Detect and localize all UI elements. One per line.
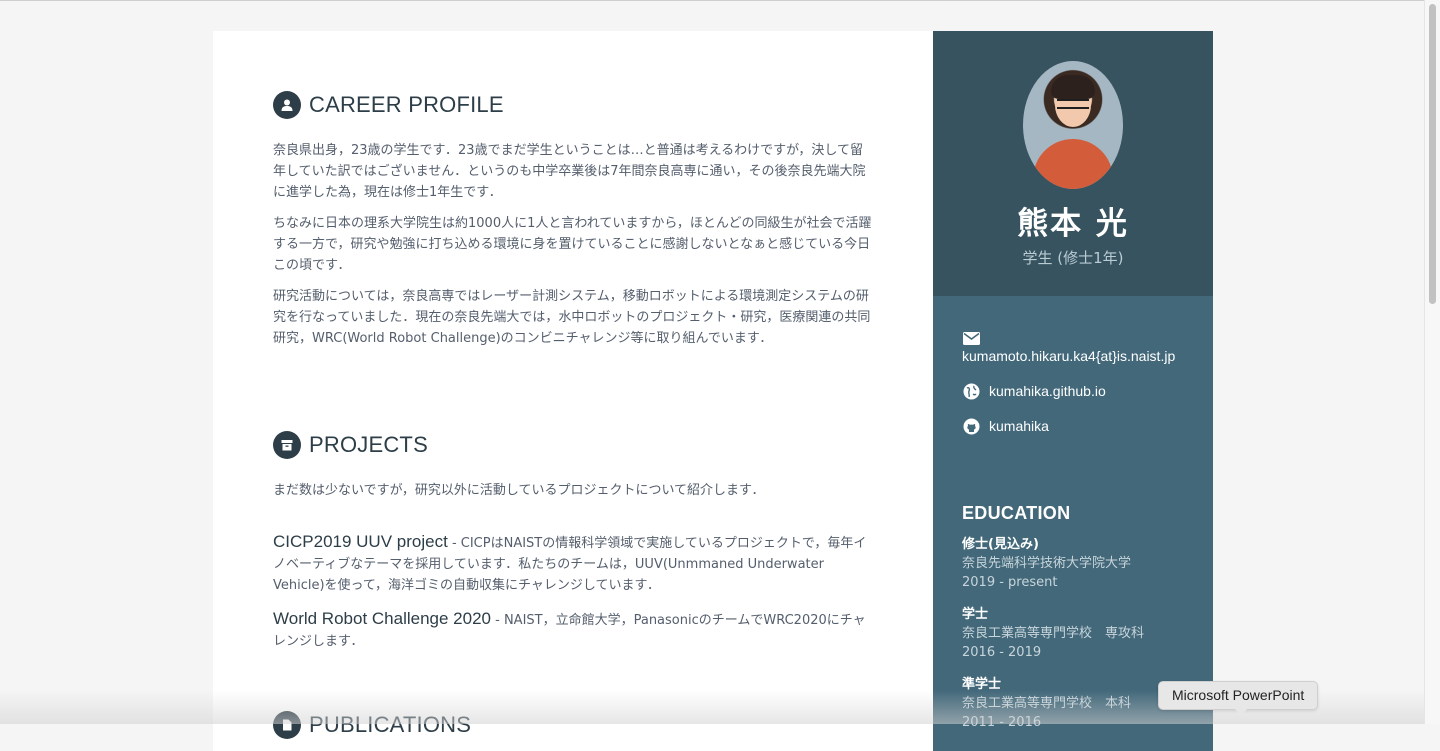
avatar-glasses xyxy=(1057,99,1089,109)
avatar xyxy=(1023,61,1123,189)
project-title-link[interactable]: CICP2019 UUV project xyxy=(273,532,448,551)
document-icon xyxy=(273,711,301,739)
profile-tagline: 学生 (修士1年) xyxy=(1022,249,1124,267)
education-school: 奈良工業高等専門学校 専攻科 xyxy=(962,626,1145,641)
publications-section-title: PUBLICATIONS xyxy=(309,712,472,737)
tooltip-arrow xyxy=(1235,709,1247,716)
resume-page: CAREER PROFILE 奈良県出身，23歳の学生です．23歳でまだ学生とい… xyxy=(213,31,1213,751)
career-paragraph-1: 奈良県出身，23歳の学生です．23歳でまだ学生ということは…と普通は考えるわけで… xyxy=(273,143,866,200)
career-paragraph-2: ちなみに日本の理系大学院生は約1000人に1人と言われていますから，ほとんどの同… xyxy=(273,216,872,273)
page-scrollbar[interactable] xyxy=(1424,0,1440,724)
projects-section-title: PROJECTS xyxy=(309,432,428,457)
github-link[interactable]: kumahika xyxy=(989,418,1049,434)
avatar-hair xyxy=(1051,75,1095,99)
website-link[interactable]: kumahika.github.io xyxy=(989,383,1106,399)
publications-section-heading: PUBLICATIONS xyxy=(273,711,471,739)
contact-email: kumamoto.hikaru.ka4{at}is.naist.jp xyxy=(962,329,1207,364)
tooltip-label: Microsoft PowerPoint xyxy=(1172,687,1305,703)
sidebar: 熊本 光 学生 (修士1年) kumamoto.hikaru.ka4{at}is… xyxy=(933,31,1213,751)
email-icon-row xyxy=(962,329,1207,347)
career-section-title: CAREER PROFILE xyxy=(309,92,504,117)
window-top-border xyxy=(0,0,1440,1)
profile-container: 熊本 光 学生 (修士1年) xyxy=(933,31,1213,296)
main-content: CAREER PROFILE 奈良県出身，23歳の学生です．23歳でまだ学生とい… xyxy=(213,31,933,751)
contact-github: kumahika xyxy=(962,417,1207,435)
projects-section-heading: PROJECTS xyxy=(273,431,428,459)
education-time: 2011 - 2016 xyxy=(962,715,1042,730)
scrollbar-thumb[interactable] xyxy=(1429,4,1436,304)
profile-name: 熊本 光 xyxy=(1017,206,1129,242)
education-item: 修士(見込み) 奈良先端科学技術大学院大学 2019 - present xyxy=(962,535,1202,592)
email-link[interactable]: kumamoto.hikaru.ka4{at}is.naist.jp xyxy=(962,348,1207,364)
envelope-icon xyxy=(962,329,980,347)
dock-tooltip: Microsoft PowerPoint xyxy=(1158,681,1319,716)
education-degree: 学士 xyxy=(962,607,989,622)
education-title: EDUCATION xyxy=(962,503,1071,523)
github-icon xyxy=(962,417,980,435)
website-row: kumahika.github.io xyxy=(962,382,1207,400)
archive-icon xyxy=(273,431,301,459)
project-item: CICP2019 UUV project - CICPはNAISTの情報科学領域… xyxy=(273,531,875,596)
education-item: 学士 奈良工業高等専門学校 専攻科 2016 - 2019 xyxy=(962,605,1202,662)
education-time: 2016 - 2019 xyxy=(962,645,1042,660)
projects-intro: まだ数は少ないですが，研究以外に活動しているプロジェクトについて紹介します． xyxy=(273,483,765,498)
career-section-heading: CAREER PROFILE xyxy=(273,91,504,119)
project-item: World Robot Challenge 2020 - NAIST，立命館大学… xyxy=(273,608,875,652)
user-icon xyxy=(273,91,301,119)
education-degree: 修士(見込み) xyxy=(962,537,1039,552)
github-row: kumahika xyxy=(962,417,1207,435)
globe-icon xyxy=(962,382,980,400)
education-school: 奈良先端科学技術大学院大学 xyxy=(962,556,1132,571)
project-title-link[interactable]: World Robot Challenge 2020 xyxy=(273,609,491,628)
education-time: 2019 - present xyxy=(962,575,1058,590)
avatar-shirt xyxy=(1033,139,1113,189)
contact-website: kumahika.github.io xyxy=(962,382,1207,400)
career-paragraph-3: 研究活動については，奈良高専ではレーザー計測システム，移動ロボットによる環境測定… xyxy=(273,289,871,346)
